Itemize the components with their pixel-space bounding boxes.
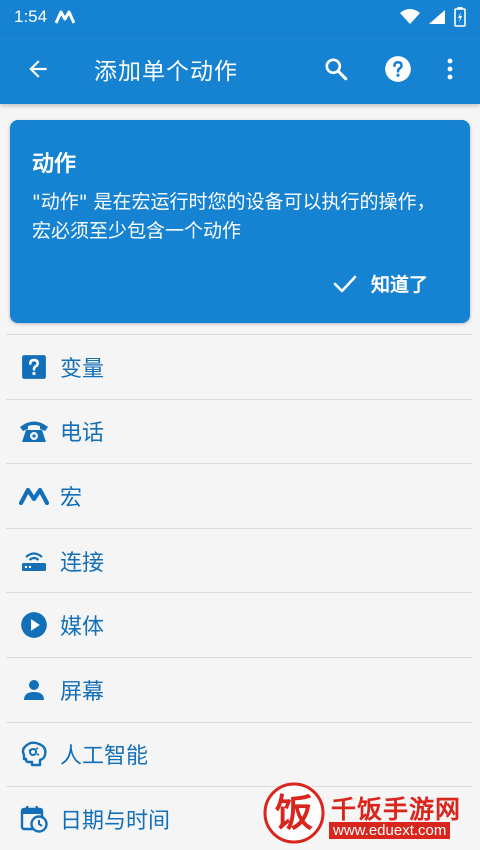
card-title: 动作 (32, 152, 77, 177)
watermark-logo-icon: 饭 (263, 782, 325, 844)
category-label: 屏幕 (60, 679, 105, 705)
category-item-media[interactable]: 媒体 (6, 592, 472, 657)
category-item-phone[interactable]: 电话 (6, 398, 472, 464)
category-label: 人工智能 (60, 744, 149, 770)
wifi-icon (400, 9, 420, 24)
play-circle-icon (21, 612, 47, 639)
brain-icon (21, 741, 47, 767)
info-card: 动作 "动作" 是在宏运行时您的设备可以执行的操作，宏必须至少包含一个动作 知道… (10, 120, 470, 323)
phone-icon (20, 421, 48, 443)
watermark-title: 千饭手游网 (331, 795, 462, 824)
search-icon (325, 58, 348, 81)
category-item-macro[interactable]: 宏 (6, 463, 472, 528)
check-icon (333, 275, 357, 292)
question-box-icon (22, 354, 46, 379)
search-button[interactable] (320, 53, 352, 85)
card-description: "动作" 是在宏运行时您的设备可以执行的操作，宏必须至少包含一个动作 (32, 191, 436, 242)
more-vert-icon (447, 58, 453, 80)
category-list: 变量 电话 宏 连接 媒体 屏幕 人工智能 日期与时间 (0, 334, 480, 850)
category-item-ai[interactable]: 人工智能 (6, 721, 472, 787)
app-bar: 添加单个动作 (0, 34, 480, 104)
watermark-url: www.eduext.com (329, 822, 451, 839)
more-options-button[interactable] (438, 53, 462, 85)
category-label: 日期与时间 (60, 808, 171, 834)
category-label: 宏 (60, 485, 83, 511)
help-circle-icon (385, 56, 411, 82)
signal-icon (429, 10, 445, 24)
got-it-button[interactable]: 知道了 (333, 270, 428, 297)
status-time: 1:54 (14, 7, 48, 26)
arrow-back-icon (29, 60, 47, 78)
macrodroid-m-icon (55, 10, 76, 24)
back-button[interactable] (22, 53, 54, 85)
battery-icon (454, 7, 466, 27)
help-button[interactable] (382, 53, 414, 85)
macro-m-icon (19, 487, 49, 505)
category-label: 连接 (60, 550, 105, 576)
person-icon (24, 679, 44, 700)
watermark: 饭 千饭手游网 www.eduext.com (263, 782, 468, 844)
category-item-screen[interactable]: 屏幕 (6, 656, 472, 722)
category-item-variables[interactable]: 变量 (6, 334, 472, 399)
calendar-clock-icon (20, 805, 48, 833)
router-icon (22, 551, 46, 571)
category-label: 电话 (60, 421, 105, 447)
page-title: 添加单个动作 (94, 59, 238, 85)
got-it-label: 知道了 (370, 274, 428, 296)
category-label: 变量 (60, 356, 105, 382)
status-bar: 1:54 (0, 0, 480, 34)
svg-text:饭: 饭 (275, 791, 313, 835)
category-label: 媒体 (60, 615, 105, 641)
category-item-connectivity[interactable]: 连接 (6, 527, 472, 593)
